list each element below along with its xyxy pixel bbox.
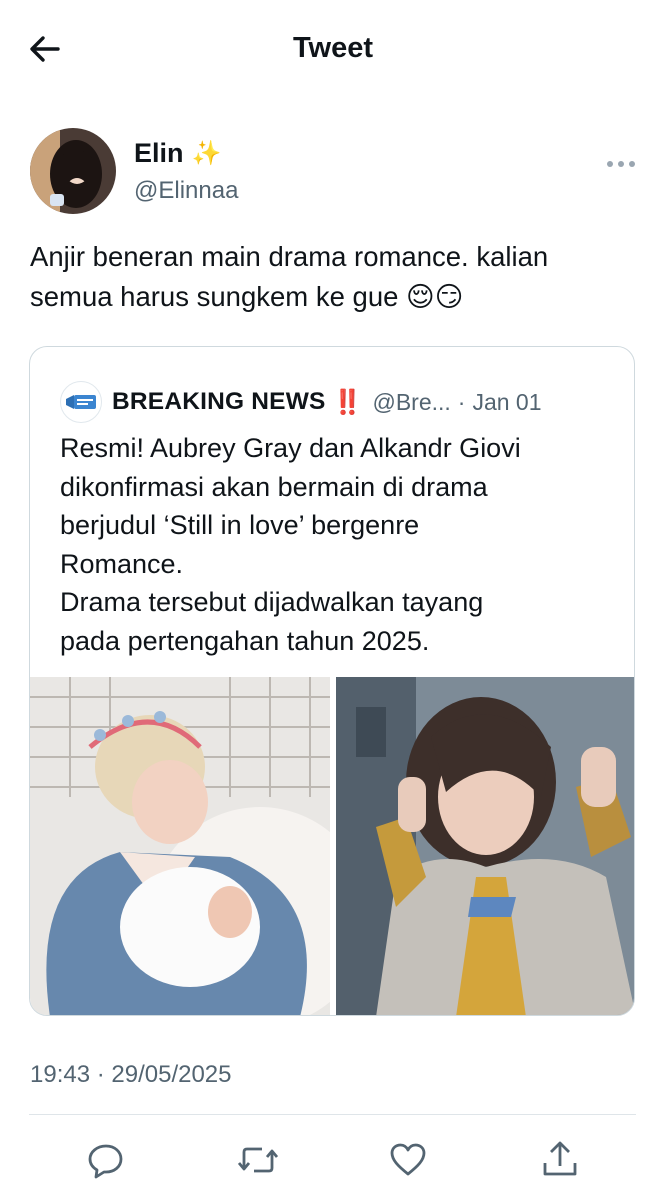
author-name[interactable]: Elin bbox=[134, 138, 184, 169]
share-icon[interactable] bbox=[540, 1138, 580, 1178]
page-title: Tweet bbox=[292, 32, 374, 64]
quoted-text-line: Romance. bbox=[60, 548, 184, 579]
tweet-text-line: Anjir beneran main drama romance. kalian bbox=[30, 241, 549, 272]
tweet-timestamp: 19:43 · 29/05/2025 bbox=[30, 1061, 232, 1088]
photo-right[interactable] bbox=[336, 677, 634, 1015]
tweet-text-line: semua harus sungkem ke gue 😌😏 bbox=[30, 281, 464, 312]
author-handle[interactable]: @Elinnaa bbox=[134, 177, 238, 205]
author-name-row: Elin ✨ bbox=[134, 138, 221, 169]
quoted-text-line: berjudul ‘Still in love’ bergenre bbox=[60, 510, 420, 540]
quoted-date: Jan 01 bbox=[472, 388, 542, 415]
author-avatar[interactable] bbox=[30, 128, 116, 214]
double-exclamation-emoji: ‼️ bbox=[332, 388, 363, 416]
quoted-tweet-header: BREAKING NEWS ‼️ @Bre... · Jan 01 bbox=[60, 381, 542, 423]
retweet-icon[interactable] bbox=[236, 1140, 279, 1180]
news-avatar-icon bbox=[60, 381, 102, 423]
like-heart-icon[interactable] bbox=[388, 1140, 428, 1180]
tweet-text: Anjir beneran main drama romance. kalian… bbox=[30, 237, 630, 317]
action-bar bbox=[0, 1138, 666, 1188]
quoted-text-line: pada pertengahan tahun 2025. bbox=[60, 625, 430, 656]
reply-icon[interactable] bbox=[86, 1140, 126, 1180]
sparkle-emoji: ✨ bbox=[191, 140, 222, 167]
quoted-author-name: BREAKING NEWS bbox=[112, 388, 326, 415]
media-grid bbox=[30, 677, 634, 1015]
quoted-author-handle: @Bre... bbox=[372, 388, 451, 415]
quoted-tweet-text: Resmi! Aubrey Gray dan Alkandr Giovi dik… bbox=[60, 429, 610, 660]
quoted-text-line: dikonfirmasi akan bermain di drama bbox=[60, 471, 488, 502]
quoted-text-line: Drama tersebut dijadwalkan tayang bbox=[60, 587, 484, 617]
top-bar: Tweet bbox=[0, 0, 666, 100]
quoted-tweet-card[interactable]: BREAKING NEWS ‼️ @Bre... · Jan 01 Resmi!… bbox=[29, 346, 635, 1016]
photo-left[interactable] bbox=[30, 677, 330, 1015]
divider bbox=[29, 1114, 636, 1115]
separator-dot: · bbox=[457, 388, 466, 415]
quoted-text-line: Resmi! Aubrey Gray dan Alkandr Giovi bbox=[60, 433, 521, 463]
more-horizontal-icon[interactable] bbox=[606, 148, 636, 176]
